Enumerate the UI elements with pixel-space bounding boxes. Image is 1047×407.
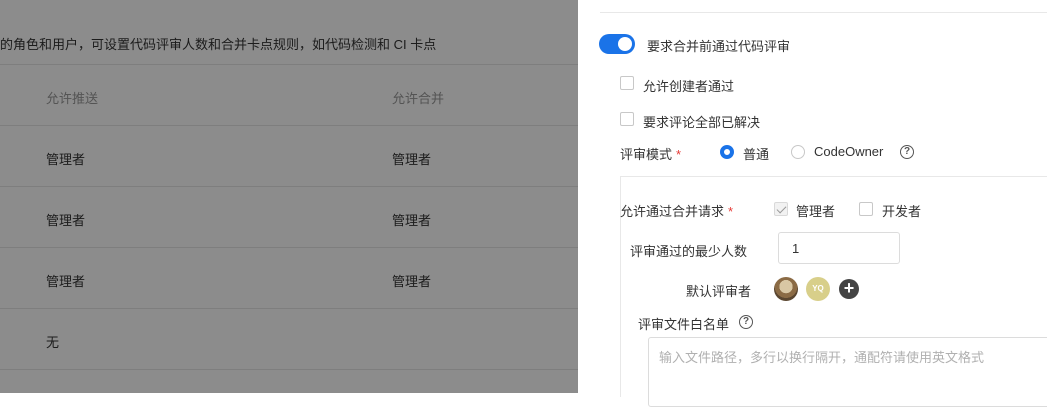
settings-drawer: 要求合并前通过代码评审 允许创建者通过 要求评论全部已解决 评审模式 * 普通 C… <box>578 0 1047 407</box>
whitelist-label: 评审文件白名单 <box>638 317 730 332</box>
add-reviewer-button[interactable]: + <box>839 279 859 299</box>
whitelist-textarea[interactable]: 输入文件路径，多行以换行隔开，通配符请使用英文格式 <box>648 337 1047 407</box>
default-reviewers-label: 默认评审者 <box>686 284 752 299</box>
check-icon <box>776 203 787 214</box>
min-reviewers-label: 评审通过的最少人数 <box>630 244 748 259</box>
developer-checkbox[interactable] <box>859 202 873 216</box>
toggle-knob <box>618 37 632 51</box>
review-mode-codeowner-radio[interactable] <box>791 145 805 159</box>
min-reviewers-input[interactable]: 1 <box>778 232 900 264</box>
require-resolved-checkbox[interactable] <box>620 112 634 126</box>
require-review-label: 要求合并前通过代码评审 <box>647 39 791 54</box>
required-mark: * <box>728 204 734 219</box>
allow-creator-label: 允许创建者通过 <box>643 79 735 94</box>
review-mode-normal-radio[interactable] <box>720 145 734 159</box>
require-review-toggle[interactable] <box>599 34 635 54</box>
review-mode-codeowner-label[interactable]: CodeOwner <box>814 144 883 159</box>
manager-checkbox <box>774 202 788 216</box>
allow-creator-checkbox[interactable] <box>620 76 634 90</box>
review-mode-label-text: 评审模式 <box>620 147 673 162</box>
help-icon[interactable]: ? <box>900 145 914 159</box>
required-mark: * <box>676 147 682 162</box>
manager-label: 管理者 <box>796 204 836 219</box>
reviewer-avatar[interactable] <box>774 277 798 301</box>
help-icon[interactable]: ? <box>739 315 753 329</box>
developer-label: 开发者 <box>882 204 922 219</box>
modal-overlay[interactable] <box>0 0 578 393</box>
allow-merge-request-label: 允许通过合并请求 * <box>620 201 733 220</box>
review-mode-normal-label[interactable]: 普通 <box>743 144 769 163</box>
reviewer-avatar[interactable]: YQ <box>806 277 830 301</box>
require-resolved-label: 要求评论全部已解决 <box>643 115 761 130</box>
review-mode-label: 评审模式 * <box>620 144 681 163</box>
allow-merge-request-label-text: 允许通过合并请求 <box>620 204 725 219</box>
divider <box>600 12 1047 13</box>
